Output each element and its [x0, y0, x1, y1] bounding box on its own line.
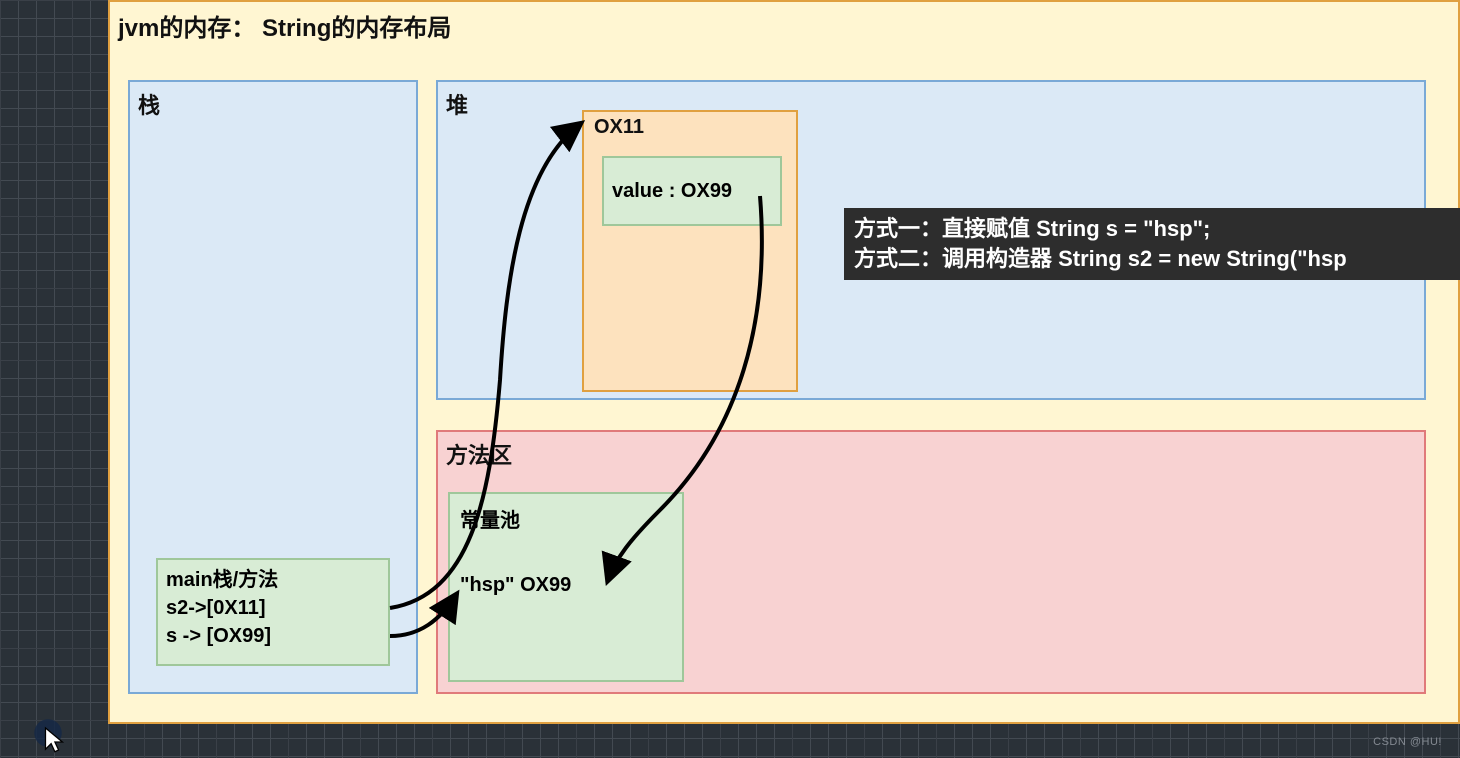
annotation-box: 方式一：直接赋值 String s = "hsp"; 方式二：调用构造器 Str…: [844, 208, 1460, 280]
constant-pool-label: 常量池: [460, 504, 520, 533]
main-frame-s2: s2->[0X11]: [166, 594, 380, 622]
heap-object-ox11: [582, 110, 798, 392]
main-stack-frame: main栈/方法 s2->[0X11] s -> [OX99]: [156, 558, 390, 666]
stack-label: 栈: [138, 88, 160, 120]
heap-object-value-field: value : OX99: [602, 156, 782, 226]
annotation-line1: 方式一：直接赋值 String s = "hsp";: [854, 214, 1450, 244]
watermark: CSDN @HU!: [1373, 736, 1442, 748]
main-frame-title: main栈/方法: [166, 566, 380, 594]
heap-label: 堆: [446, 88, 468, 120]
method-area-label: 方法区: [446, 438, 512, 470]
heap-object-addr: OX11: [594, 116, 644, 139]
constant-pool-entry: "hsp" OX99: [460, 574, 571, 597]
panel-title: jvm的内存： String的内存布局: [118, 8, 451, 43]
main-frame-s: s -> [OX99]: [166, 622, 380, 650]
annotation-line2: 方式二：调用构造器 String s2 = new String("hsp: [854, 244, 1450, 274]
constant-pool: 常量池 "hsp" OX99: [448, 492, 684, 682]
